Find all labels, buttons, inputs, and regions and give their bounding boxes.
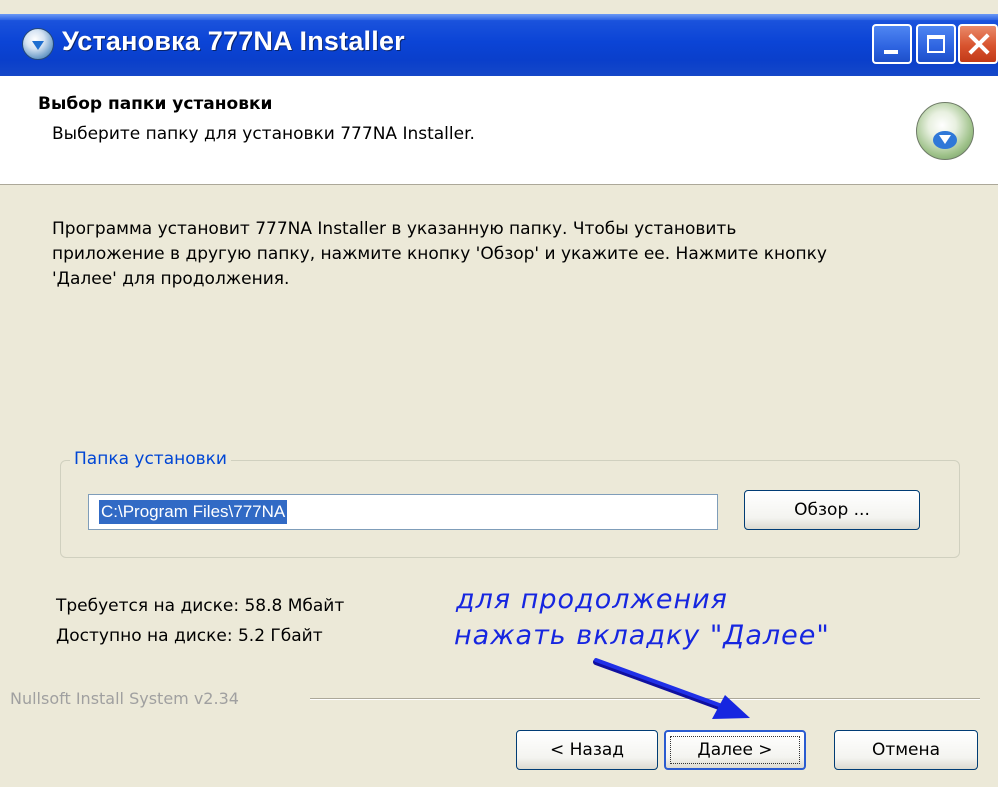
title-bar-sheen [0, 14, 998, 20]
install-folder-group-label: Папка установки [70, 449, 231, 469]
minimize-button[interactable] [872, 24, 912, 64]
installer-window: Установка 777NA Installer Выбор папки ус… [0, 0, 998, 787]
installer-app-icon [22, 28, 54, 60]
back-button[interactable]: < Назад [516, 730, 658, 770]
description-line: 'Далее' для продолжения. [52, 269, 290, 289]
install-path-value: C:\Program Files\777NA [99, 500, 288, 524]
nsis-branding: Nullsoft Install System v2.34 [10, 689, 245, 708]
annotation-arrow-shadow [593, 659, 725, 711]
footer-separator [310, 698, 980, 700]
window-title: Установка 777NA Installer [62, 26, 405, 56]
page-subtitle: Выберите папку для установки 777NA Insta… [52, 124, 475, 144]
install-path-input[interactable]: C:\Program Files\777NA [88, 494, 718, 530]
space-required: Требуется на диске: 58.8 Мбайт [56, 596, 345, 616]
download-arrow-icon [933, 131, 957, 149]
annotation-line-2: нажать вкладку "Далее" [454, 620, 830, 651]
page-title: Выбор папки установки [38, 94, 273, 114]
installer-disc-icon [916, 102, 974, 160]
next-button[interactable]: Далее > [664, 730, 806, 770]
description-line: Программа установит 777NA Installer в ук… [52, 219, 737, 239]
description-text: Программа установит 777NA Installer в ук… [52, 217, 952, 292]
maximize-button[interactable] [916, 24, 956, 64]
browse-button[interactable]: Обзор ... [744, 490, 920, 530]
close-button[interactable] [958, 24, 998, 64]
space-available: Доступно на диске: 5.2 Гбайт [56, 626, 323, 646]
minimize-icon [884, 50, 898, 54]
annotation-line-1: для продолжения [456, 584, 728, 615]
cancel-button[interactable]: Отмена [834, 730, 978, 770]
description-line: приложение в другую папку, нажмите кнопк… [52, 244, 827, 264]
maximize-icon [927, 35, 945, 53]
